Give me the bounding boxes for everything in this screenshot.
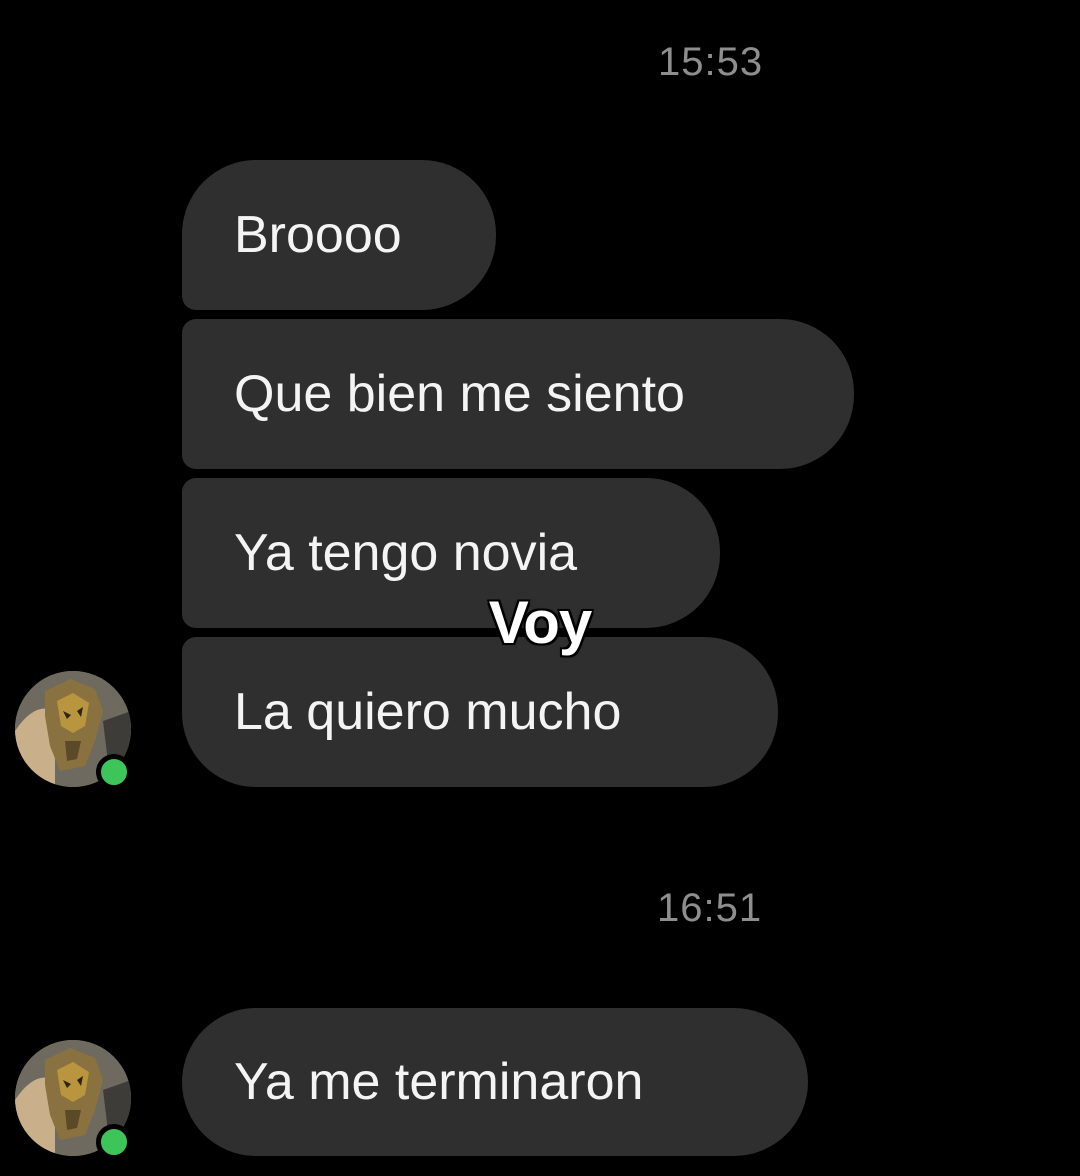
message-text: Ya me terminaron	[234, 1053, 644, 1111]
message-bubble[interactable]: Que bien me siento	[182, 319, 854, 469]
online-status-dot	[96, 754, 132, 790]
message-bubble[interactable]: Ya me terminaron	[182, 1008, 808, 1156]
timestamp-group-2: 16:51	[657, 886, 763, 930]
overlay-caption: Voy	[487, 588, 594, 658]
message-text: La quiero mucho	[234, 683, 622, 741]
message-text: Broooo	[234, 206, 402, 264]
message-text: Que bien me siento	[234, 365, 685, 423]
message-bubble[interactable]: Broooo	[182, 160, 496, 310]
online-status-dot	[96, 1124, 132, 1160]
timestamp-group-1: 15:53	[658, 40, 764, 84]
message-bubble[interactable]: La quiero mucho	[182, 637, 778, 787]
message-text: Ya tengo novia	[234, 524, 578, 582]
